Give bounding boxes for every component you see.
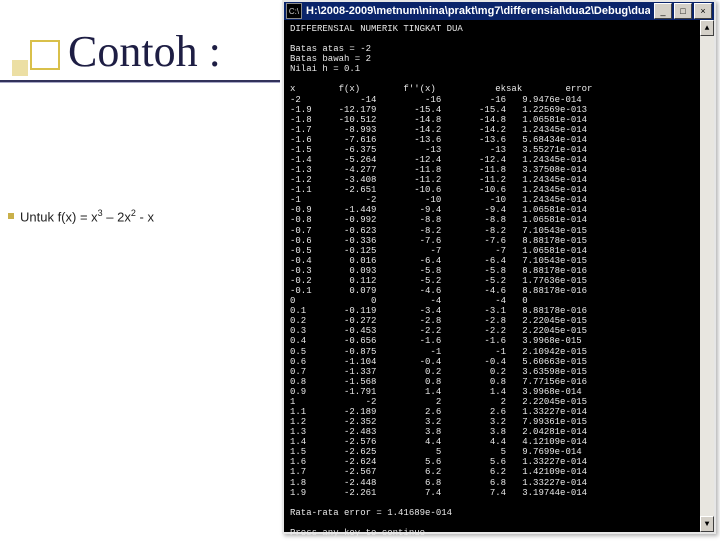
titlebar[interactable]: C:\ H:\2008-2009\metnum\nina\prakt\mg7\d… xyxy=(284,2,714,20)
cmd-icon: C:\ xyxy=(286,3,302,19)
title-decor-square-outline xyxy=(30,40,60,70)
minimize-button[interactable]: _ xyxy=(654,3,672,19)
title-decor-square-fill xyxy=(12,60,28,76)
bullet-icon xyxy=(8,213,14,219)
window-title: H:\2008-2009\metnum\nina\prakt\mg7\diffe… xyxy=(306,5,650,17)
vertical-scrollbar[interactable]: ▲ ▼ xyxy=(700,20,714,532)
formula-text: Untuk f(x) = x3 – 2x2 - x xyxy=(20,208,154,224)
slide-title: Contoh : xyxy=(68,26,221,77)
scroll-track[interactable] xyxy=(700,36,714,516)
scroll-up-button[interactable]: ▲ xyxy=(700,20,714,36)
close-button[interactable]: × xyxy=(694,3,712,19)
maximize-button[interactable]: □ xyxy=(674,3,692,19)
title-underline-shadow xyxy=(0,82,280,83)
formula-part3: - x xyxy=(136,209,154,224)
console-window: C:\ H:\2008-2009\metnum\nina\prakt\mg7\d… xyxy=(282,0,716,534)
formula-part2: – 2x xyxy=(103,209,131,224)
cmd-icon-label: C:\ xyxy=(289,7,299,16)
console-body: DIFFERENSIAL NUMERIK TINGKAT DUA Batas a… xyxy=(284,20,714,542)
scroll-down-button[interactable]: ▼ xyxy=(700,516,714,532)
formula-part1: Untuk f(x) = x xyxy=(20,209,98,224)
